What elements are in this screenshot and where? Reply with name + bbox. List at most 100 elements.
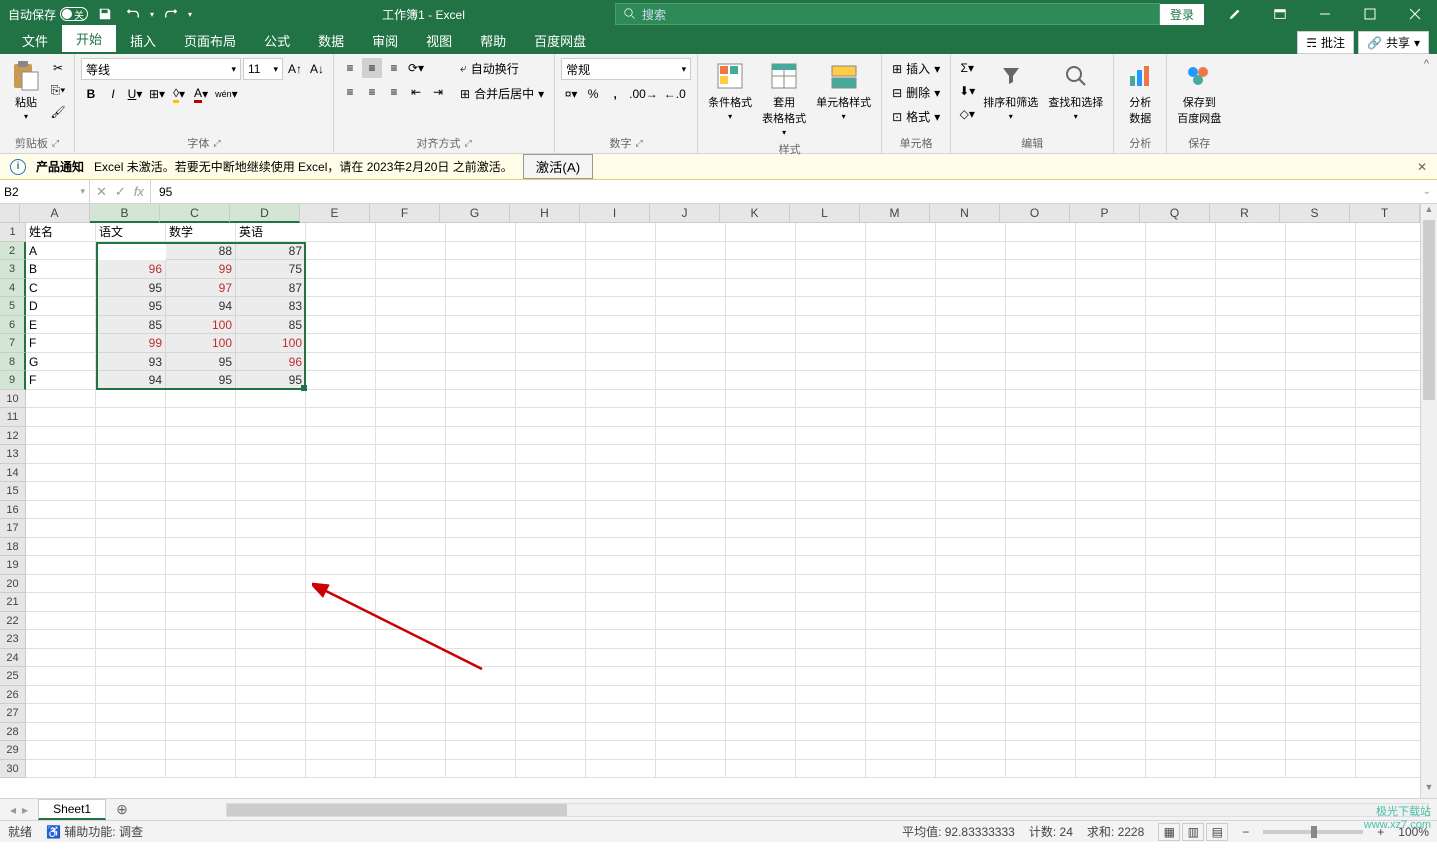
cell[interactable] [376,593,446,612]
fx-icon[interactable]: fx [134,184,144,199]
cell[interactable] [726,519,796,538]
cell[interactable] [1216,482,1286,501]
cell[interactable] [1286,741,1356,760]
cell[interactable] [1356,538,1420,557]
cell[interactable] [306,353,376,372]
number-expand-icon[interactable]: ⤢ [636,138,643,149]
cell[interactable] [866,445,936,464]
column-header[interactable]: C [160,204,230,223]
cell[interactable]: C [26,279,96,298]
cell[interactable] [1006,649,1076,668]
undo-icon[interactable] [122,3,144,25]
cell[interactable] [236,408,306,427]
cell[interactable] [656,445,726,464]
cell[interactable]: 99 [166,260,236,279]
add-sheet-icon[interactable]: ⊕ [106,801,138,818]
cell[interactable] [306,408,376,427]
cell[interactable] [656,612,726,631]
cell[interactable] [796,704,866,723]
cell[interactable] [1076,445,1146,464]
cell[interactable] [656,741,726,760]
orientation-icon[interactable]: ⟳▾ [406,58,426,78]
cell[interactable] [516,279,586,298]
cell[interactable] [1356,371,1420,390]
cell-styles-button[interactable]: 单元格样式▾ [812,58,875,123]
cell[interactable] [1076,371,1146,390]
cell[interactable] [306,260,376,279]
cell[interactable] [866,482,936,501]
cell[interactable] [446,427,516,446]
row-header[interactable]: 18 [0,538,26,557]
cell[interactable] [1076,519,1146,538]
cell[interactable] [726,612,796,631]
comma-icon[interactable]: , [605,84,625,104]
cell[interactable] [1006,556,1076,575]
percent-icon[interactable]: % [583,84,603,104]
cell[interactable] [446,630,516,649]
row-header[interactable]: 25 [0,667,26,686]
cell[interactable] [586,723,656,742]
cell[interactable] [96,464,166,483]
cell[interactable] [796,538,866,557]
cell[interactable] [516,723,586,742]
cell[interactable] [516,464,586,483]
cell[interactable] [1356,686,1420,705]
cell[interactable] [376,242,446,261]
cell[interactable] [96,408,166,427]
cell[interactable] [1146,390,1216,409]
align-center-icon[interactable]: ≡ [362,82,382,102]
cell[interactable] [166,630,236,649]
cell[interactable] [1006,371,1076,390]
cell[interactable] [376,686,446,705]
minimize-icon[interactable] [1302,0,1347,28]
cell[interactable] [26,704,96,723]
cell[interactable] [656,482,726,501]
cell[interactable] [446,260,516,279]
cell[interactable] [726,297,796,316]
cell[interactable] [936,427,1006,446]
cell[interactable]: 100 [236,334,306,353]
cell[interactable]: 87 [236,279,306,298]
cell[interactable] [1146,741,1216,760]
cell[interactable] [1006,297,1076,316]
paste-button[interactable]: 粘贴▾ [6,58,46,123]
italic-button[interactable]: I [103,84,123,104]
cell[interactable] [1216,445,1286,464]
cell[interactable] [1356,316,1420,335]
cell[interactable] [1006,445,1076,464]
cell[interactable] [376,445,446,464]
page-break-view-icon[interactable]: ▤ [1206,823,1228,841]
cell[interactable] [936,445,1006,464]
cell[interactable] [236,575,306,594]
row-header[interactable]: 29 [0,741,26,760]
cell[interactable] [1356,353,1420,372]
cell[interactable] [1006,760,1076,779]
cell[interactable] [1216,316,1286,335]
cell[interactable] [166,445,236,464]
column-header[interactable]: M [860,204,930,223]
cell[interactable] [166,760,236,779]
cell[interactable] [586,279,656,298]
cell[interactable] [26,667,96,686]
save-baidu-button[interactable]: 保存到 百度网盘 [1173,58,1225,128]
cell[interactable] [656,223,726,242]
sheet-tab[interactable]: Sheet1 [38,799,106,820]
cell[interactable] [236,519,306,538]
cell[interactable] [936,316,1006,335]
cell[interactable] [1216,371,1286,390]
cell[interactable] [866,630,936,649]
column-header[interactable]: P [1070,204,1140,223]
cell[interactable] [1216,612,1286,631]
cell[interactable] [586,334,656,353]
cell[interactable] [1356,390,1420,409]
cell[interactable] [1216,408,1286,427]
cell[interactable] [1286,482,1356,501]
row-header[interactable]: 16 [0,501,26,520]
cell[interactable] [26,760,96,779]
cell[interactable] [26,501,96,520]
cell[interactable] [936,667,1006,686]
currency-icon[interactable]: ¤▾ [561,84,581,104]
table-format-button[interactable]: 套用 表格格式▾ [758,58,810,139]
cells[interactable]: 姓名语文数学英语A958887B969975C959787D959483E851… [26,223,1420,778]
cell[interactable] [516,427,586,446]
